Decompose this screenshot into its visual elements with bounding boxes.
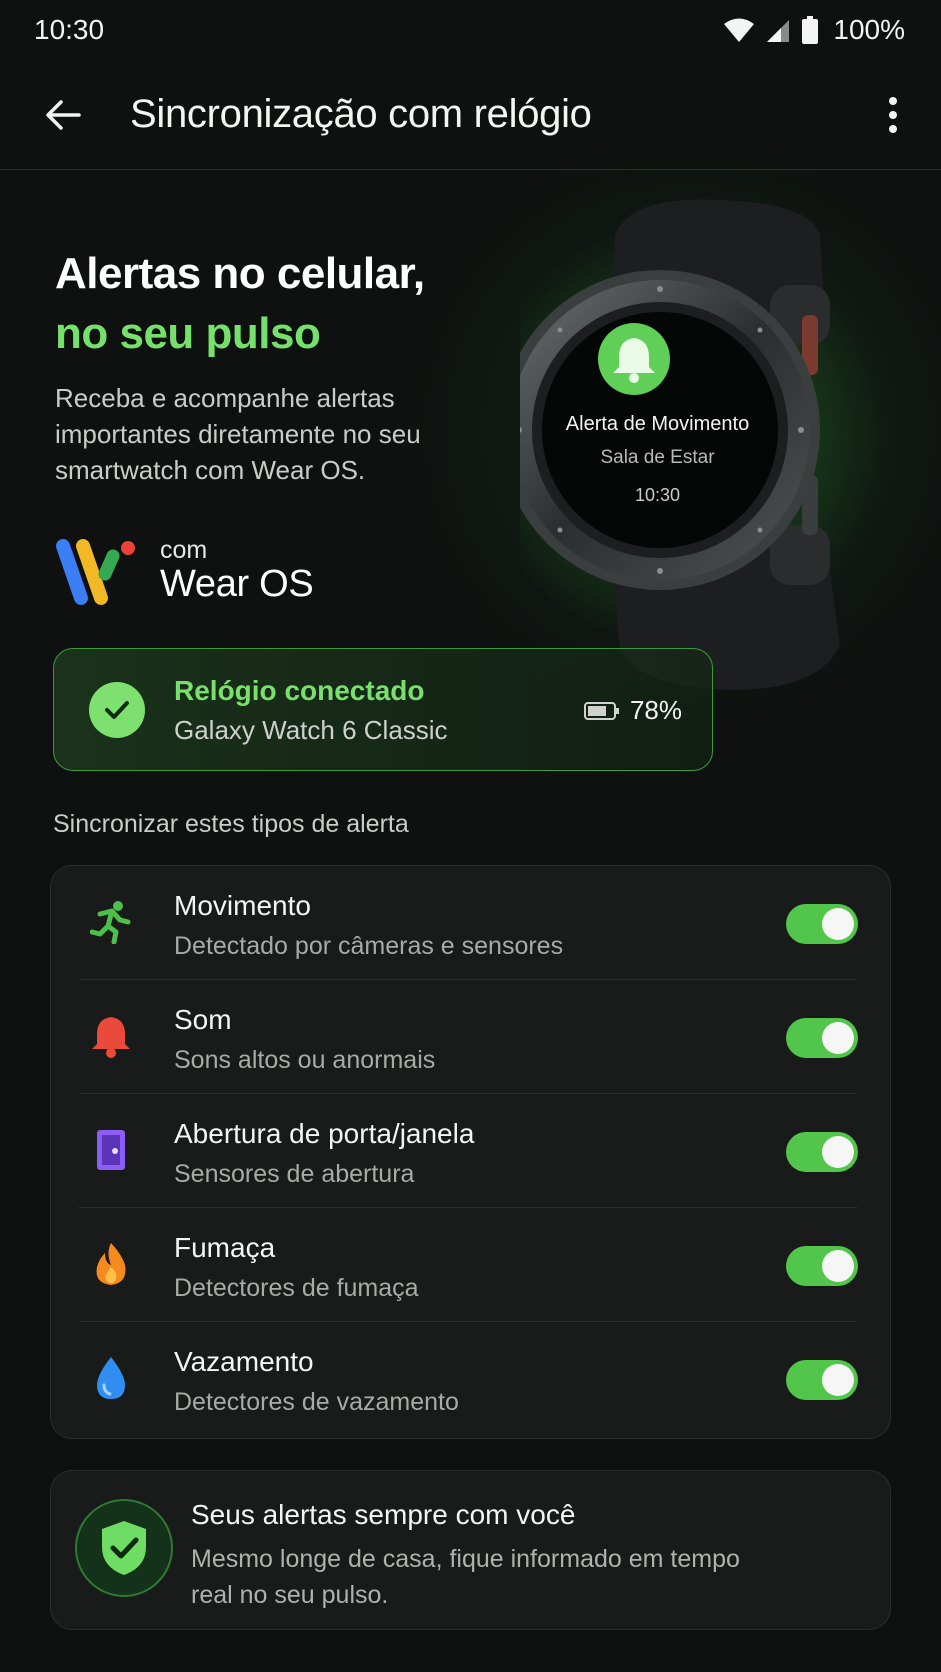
toggle-fumaca[interactable]: [786, 1246, 858, 1286]
smartwatch-illustration: Alerta de Movimento Sala de Estar 10:30: [470, 195, 920, 695]
toggle-knob: [822, 1250, 854, 1282]
section-label: Sincronizar estes tipos de alerta: [53, 810, 409, 838]
watch-alert-location: Sala de Estar: [600, 447, 715, 468]
toggle-som[interactable]: [786, 1018, 858, 1058]
battery-percentage: 100%: [833, 14, 905, 45]
list-item-vazamento[interactable]: Vazamento Detectores de vazamento: [51, 1322, 892, 1436]
toggle-knob: [822, 1022, 854, 1054]
status-bar: 10:30 100%: [0, 0, 941, 64]
watch-connected-card[interactable]: Relógio conectado Galaxy Watch 6 Classic…: [53, 648, 713, 771]
alert-title: Fumaça: [174, 1232, 276, 1263]
info-title: Seus alertas sempre com você: [191, 1499, 576, 1530]
battery-icon: [802, 16, 819, 44]
battery-icon: [583, 701, 619, 720]
alert-subtitle: Detectado por câmeras e sensores: [174, 932, 564, 960]
alert-title: Som: [174, 1004, 232, 1035]
hero-description: Receba e acompanhe alertas importantes d…: [55, 383, 421, 485]
more-options-button[interactable]: [871, 90, 915, 140]
info-description: Mesmo longe de casa, fique informado em …: [191, 1545, 740, 1609]
toggle-movimento[interactable]: [786, 904, 858, 944]
status-time: 10:30: [34, 14, 105, 45]
watch-battery-level: 78%: [629, 695, 682, 725]
alert-title: Abertura de porta/janela: [174, 1118, 475, 1149]
water-drop-icon: [85, 1352, 137, 1404]
arrow-left-icon: [46, 100, 81, 130]
alert-types-list: Movimento Detectado por câmeras e sensor…: [50, 865, 891, 1439]
bell-icon: [85, 1010, 137, 1062]
running-person-icon: [85, 896, 137, 948]
list-item-movimento[interactable]: Movimento Detectado por câmeras e sensor…: [51, 866, 892, 980]
status-icons: 100%: [723, 14, 905, 46]
hero-title: Alertas no celular,: [55, 249, 425, 298]
device-name: Galaxy Watch 6 Classic: [174, 715, 448, 745]
smartwatch-graphic: [470, 199, 890, 690]
wear-os-name: Wear OS: [160, 563, 314, 605]
more-vertical-icon: [889, 97, 897, 133]
wifi-icon: [724, 18, 755, 42]
alert-subtitle: Detectores de vazamento: [174, 1388, 459, 1416]
hero-title-highlight: no seu pulso: [55, 309, 321, 358]
watch-alert-title: Alerta de Movimento: [565, 413, 750, 435]
back-button[interactable]: [38, 90, 88, 140]
alert-subtitle: Sensores de abertura: [174, 1160, 415, 1188]
list-item-fumaca[interactable]: Fumaça Detectores de fumaça: [51, 1208, 892, 1322]
watch-battery: 78%: [583, 695, 682, 726]
wear-os-logo: [56, 539, 135, 605]
door-icon: [85, 1124, 137, 1176]
page-title: Sincronização com relógio: [130, 92, 592, 136]
connection-status: Relógio conectado: [174, 675, 425, 706]
watch-alert-time: 10:30: [634, 485, 681, 505]
toggle-abertura[interactable]: [786, 1132, 858, 1172]
list-item-abertura[interactable]: Abertura de porta/janela Sensores de abe…: [51, 1094, 892, 1208]
shield-check-icon: [75, 1499, 173, 1597]
toggle-knob: [822, 1364, 854, 1396]
toggle-knob: [822, 908, 854, 940]
toggle-vazamento[interactable]: [786, 1360, 858, 1400]
alert-title: Vazamento: [174, 1346, 314, 1377]
check-icon: [89, 682, 145, 738]
info-card: Seus alertas sempre com você Mesmo longe…: [50, 1470, 891, 1630]
app-bar: Sincronização com relógio: [0, 64, 941, 170]
cell-signal-icon: [767, 20, 790, 42]
alert-subtitle: Detectores de fumaça: [174, 1274, 419, 1302]
list-item-som[interactable]: Som Sons altos ou anormais: [51, 980, 892, 1094]
wear-os-prefix: com: [160, 536, 208, 564]
screen: 10:30 100% Sincronização com relógio Ale…: [0, 0, 941, 1672]
flame-icon: [85, 1238, 137, 1290]
alert-title: Movimento: [174, 890, 311, 921]
alert-subtitle: Sons altos ou anormais: [174, 1046, 436, 1074]
toggle-knob: [822, 1136, 854, 1168]
